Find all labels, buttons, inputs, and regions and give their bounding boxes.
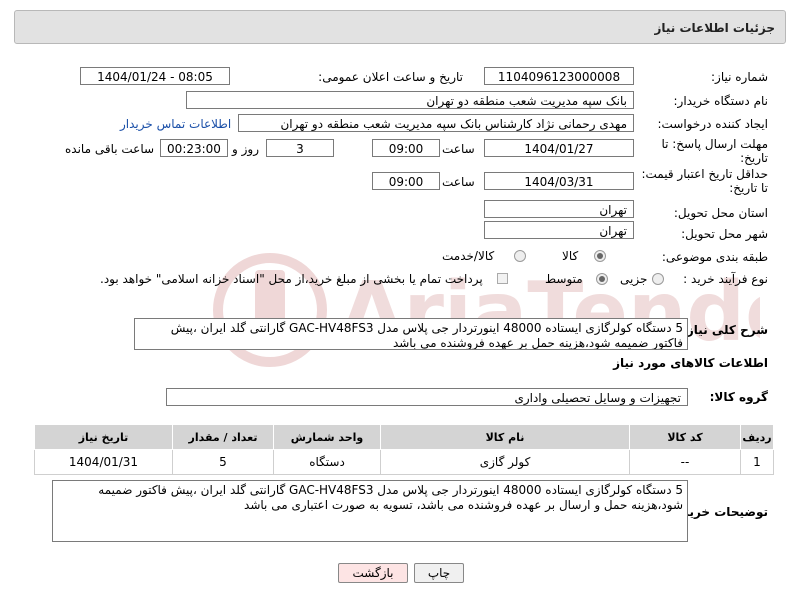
col-code: کد کالا [629,424,741,450]
announce-label: تاریخ و ساعت اعلان عمومی: [318,70,463,84]
validity-time-label: ساعت [442,175,475,189]
deadline-label-2: تاریخ: [740,151,768,165]
table-row: 1 -- کولر گازی دستگاه 5 1404/01/31 [34,449,774,475]
col-qty: تعداد / مقدار [172,424,274,450]
category-radio-goods-service[interactable] [514,250,526,262]
deadline-label: مهلت ارسال پاسخ: تا [661,137,768,151]
category-label: طبقه بندی موضوعی: [661,250,768,264]
creator-label: ایجاد کننده درخواست: [657,117,768,131]
goods-section-title: اطلاعات کالاهای مورد نیاز [613,356,768,370]
creator-field: مهدی رحمانی نژاد کارشناس بانک سپه مدیریت… [238,114,634,132]
process-option-minor: جزیی [620,272,648,286]
need-number-field: 1104096123000008 [484,67,634,85]
goods-group-field: تجهیزات و وسایل تحصیلی واداری [166,388,688,406]
days-field: 3 [266,139,334,157]
buyer-org-field: بانک سپه مدیریت شعب منطقه دو تهران [186,91,634,109]
remaining-time-field: 00:23:00 [160,139,228,157]
announce-field: 1404/01/24 - 08:05 [80,67,230,85]
row-date: 1404/01/31 [34,449,173,475]
row-unit: دستگاه [273,449,381,475]
payment-note: پرداخت تمام یا بخشی از مبلغ خرید،از محل … [100,272,483,286]
back-button[interactable]: بازگشت [338,563,408,583]
col-name: نام کالا [380,424,630,450]
row-name: کولر گازی [380,449,630,475]
treasury-checkbox[interactable] [497,273,508,284]
row-code: -- [629,449,741,475]
col-unit: واحد شمارش [273,424,381,450]
col-index: ردیف [740,424,774,450]
category-option-goods-service: کالا/خدمت [442,249,495,263]
buyer-notes-textarea: 5 دستگاه کولرگازی ایستاده 48000 اینورترد… [52,480,688,542]
row-index: 1 [740,449,774,475]
buyer-org-label: نام دستگاه خریدار: [673,94,769,108]
validity-label: حداقل تاریخ اعتبار قیمت: [641,167,768,181]
validity-label-2: تا تاریخ: [729,181,768,195]
goods-group-label: گروه کالا: [709,390,768,404]
goods-table-header: ردیف کد کالا نام کالا واحد شمارش تعداد /… [34,424,774,450]
process-label: نوع فرآیند خرید : [683,272,768,286]
category-option-goods: کالا [562,249,579,263]
row-qty: 5 [172,449,274,475]
category-radio-goods[interactable] [594,250,606,262]
deadline-date-field: 1404/01/27 [484,139,634,157]
summary-label: شرح کلی نیاز: [682,323,768,337]
header-panel: جزئیات اطلاعات نیاز [14,10,786,44]
print-button[interactable]: چاپ [414,563,464,583]
need-number-label: شماره نیاز: [711,70,768,84]
remaining-label: ساعت باقی مانده [65,142,155,156]
page-title: جزئیات اطلاعات نیاز [654,21,775,35]
validity-time-field: 09:00 [372,172,440,190]
summary-textarea: 5 دستگاه کولرگازی ایستاده 48000 اینورترد… [134,318,688,350]
process-radio-minor[interactable] [652,273,664,285]
days-label: روز و [232,142,259,156]
validity-date-field: 1404/03/31 [484,172,634,190]
goods-table: ردیف کد کالا نام کالا واحد شمارش تعداد /… [34,424,774,475]
city-label: شهر محل تحویل: [681,227,768,241]
province-field: تهران [484,200,634,218]
city-field: تهران [484,221,634,239]
process-option-medium: متوسط [545,272,583,286]
deadline-time-field: 09:00 [372,139,440,157]
col-date: تاریخ نیاز [34,424,173,450]
province-label: استان محل تحویل: [673,206,768,220]
deadline-time-label: ساعت [442,142,475,156]
process-radio-medium[interactable] [596,273,608,285]
contact-info-link[interactable]: اطلاعات تماس خریدار [120,117,231,131]
